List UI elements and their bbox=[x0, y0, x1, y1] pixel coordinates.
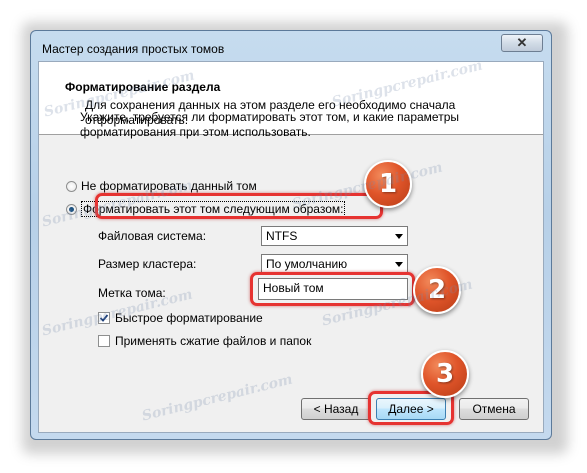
back-button[interactable]: < Назад bbox=[301, 398, 371, 420]
cluster-size-label: Размер кластера: bbox=[98, 257, 197, 271]
title-bar[interactable]: Мастер создания простых томов ✕ bbox=[31, 31, 551, 61]
radio-button-unchecked[interactable] bbox=[66, 180, 77, 192]
filesystem-value: NTFS bbox=[266, 229, 298, 243]
instruction-text: Укажите, требуется ли форматировать этот… bbox=[80, 110, 459, 139]
close-button[interactable]: ✕ bbox=[501, 34, 543, 52]
cluster-size-select[interactable]: По умолчанию bbox=[261, 254, 408, 274]
filesystem-select[interactable]: NTFS bbox=[261, 226, 408, 246]
window-title: Мастер создания простых томов bbox=[42, 42, 225, 56]
filesystem-label: Файловая система: bbox=[98, 229, 207, 243]
cluster-size-value: По умолчанию bbox=[266, 257, 348, 271]
compression-label: Применять сжатие файлов и папок bbox=[115, 334, 312, 348]
step-badge-3: 3 bbox=[421, 350, 469, 398]
cancel-button[interactable]: Отмена bbox=[459, 398, 529, 420]
compression-checkbox-row[interactable]: Применять сжатие файлов и папок bbox=[98, 333, 311, 349]
close-icon: ✕ bbox=[516, 35, 528, 50]
chevron-down-icon bbox=[395, 234, 403, 239]
chevron-down-icon bbox=[395, 262, 403, 267]
compression-checkbox[interactable] bbox=[98, 335, 110, 347]
